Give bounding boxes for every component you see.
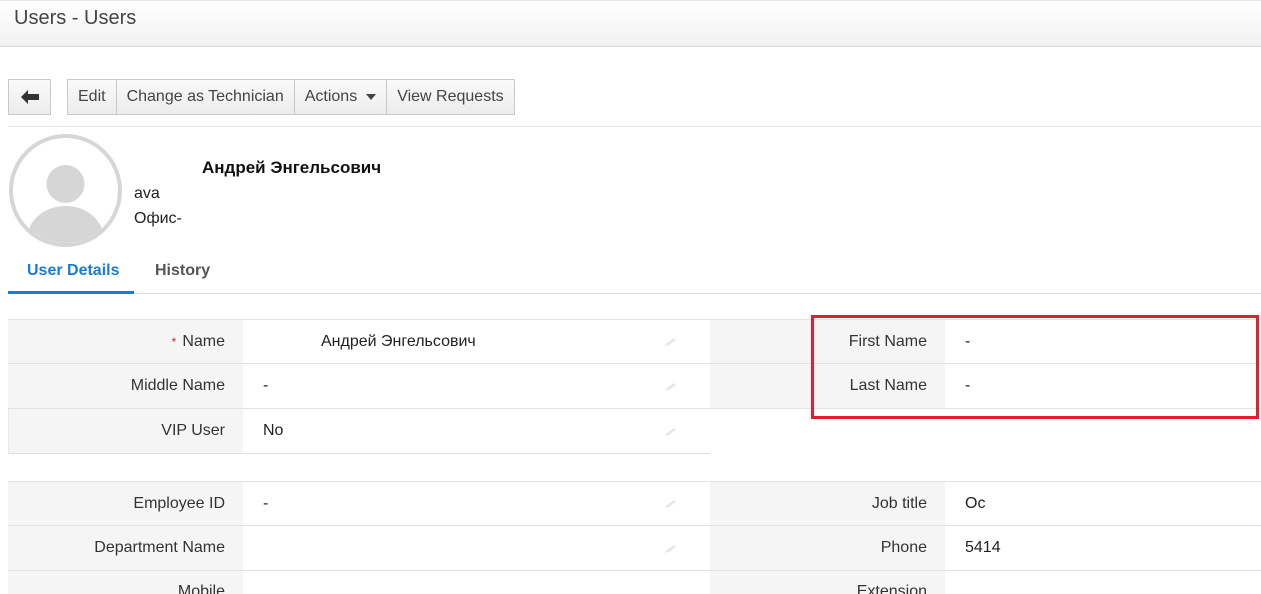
arrow-left-icon: [20, 90, 39, 104]
name-value[interactable]: Андрей Энгельсович: [243, 319, 710, 364]
chevron-down-icon: [366, 94, 377, 100]
toolbar-button-group: Edit Change as Technician Actions View R…: [67, 79, 515, 115]
extension-label: Extension: [710, 571, 945, 594]
tab-bar: User Details History: [8, 255, 1261, 294]
mobile-label: Mobile: [8, 571, 243, 594]
active-tab-indicator: [8, 291, 134, 294]
tab-user-details[interactable]: User Details: [27, 262, 120, 280]
user-silhouette-icon: [27, 165, 104, 243]
job-title-label: Job title: [710, 481, 945, 526]
profile-name: Андрей Энгельсович: [202, 158, 382, 177]
pencil-icon[interactable]: [664, 544, 678, 554]
change-as-technician-button[interactable]: Change as Technician: [116, 80, 295, 114]
department-name-label: Department Name: [8, 526, 243, 571]
mobile-value[interactable]: [243, 571, 710, 594]
extension-value[interactable]: [945, 571, 1261, 594]
edit-button[interactable]: Edit: [68, 80, 117, 114]
employee-id-value[interactable]: -: [243, 481, 710, 526]
profile-site: Офис-: [134, 210, 182, 227]
middle-name-label: Middle Name: [8, 364, 243, 409]
name-value-text: Андрей Энгельсович: [321, 332, 476, 350]
view-requests-button[interactable]: View Requests: [387, 80, 514, 114]
phone-label: Phone: [710, 526, 945, 571]
name-label-text: Name: [182, 332, 225, 350]
department-name-value[interactable]: [243, 526, 710, 571]
pencil-icon[interactable]: [664, 337, 678, 347]
name-label: * Name: [8, 319, 243, 364]
page-title: Users - Users: [14, 7, 137, 29]
toolbar-divider: [8, 126, 1261, 127]
page-header: Users - Users: [0, 0, 1261, 47]
actions-label: Actions: [304, 88, 358, 105]
vip-user-value[interactable]: No: [243, 409, 710, 454]
employee-id-label: Employee ID: [8, 481, 243, 526]
required-marker: *: [171, 334, 177, 349]
back-button[interactable]: [8, 79, 51, 115]
middle-name-value[interactable]: -: [243, 364, 710, 409]
vip-user-label: VIP User: [8, 409, 243, 454]
pencil-icon[interactable]: [664, 499, 678, 509]
pencil-icon[interactable]: [664, 382, 678, 392]
profile-login: ava: [134, 185, 160, 202]
tab-history[interactable]: History: [155, 262, 210, 280]
phone-value[interactable]: 5414: [945, 526, 1261, 571]
pencil-icon[interactable]: [664, 427, 678, 437]
job-title-value[interactable]: Oc: [945, 481, 1261, 526]
highlight-box: [811, 315, 1259, 419]
actions-dropdown-button[interactable]: Actions: [294, 80, 388, 114]
avatar: [9, 134, 122, 247]
